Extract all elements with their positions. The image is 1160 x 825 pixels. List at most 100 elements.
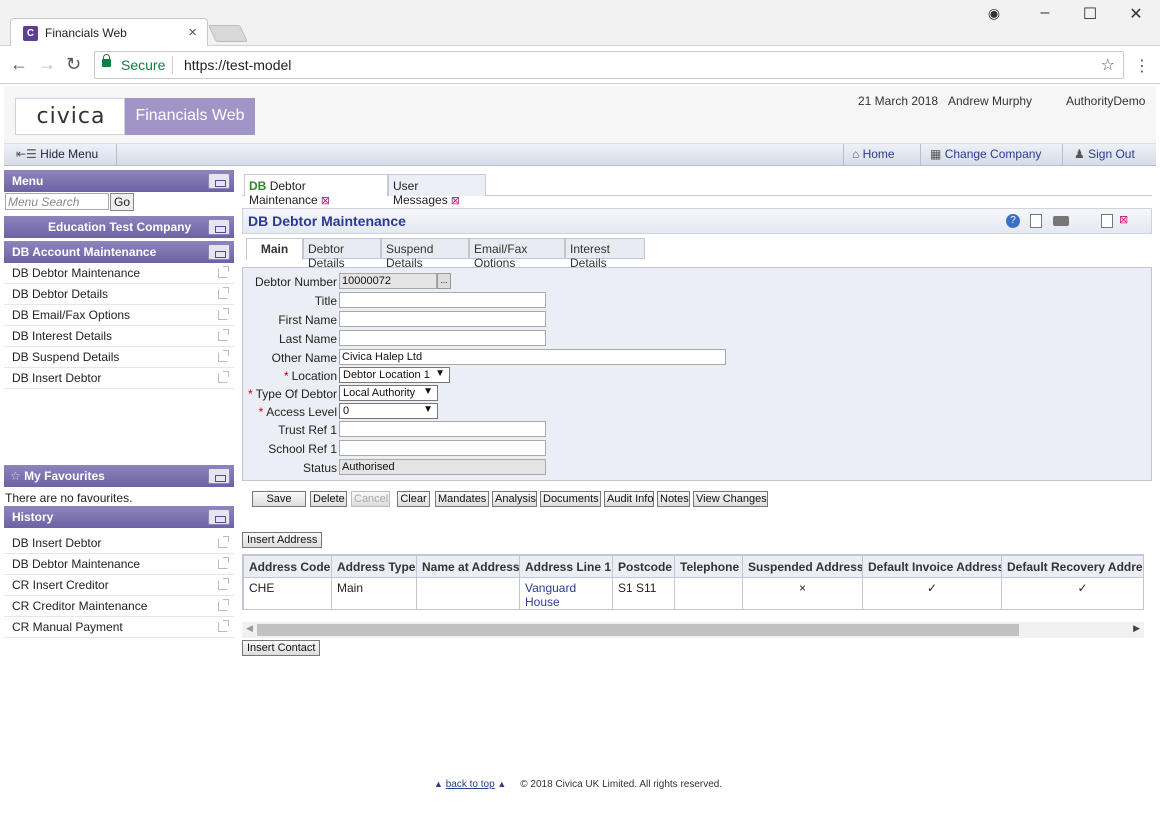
sidebar-item-db-insert-debtor[interactable]: DB Insert Debtor [4,368,234,389]
column-header[interactable]: Address Line 1 [519,555,613,578]
column-header[interactable]: Default Invoice Address [862,555,1002,578]
tab-email-fax-options[interactable]: Email/Fax Options [469,238,565,270]
mandates-button[interactable]: Mandates [435,491,489,507]
open-new-window-icon[interactable] [218,329,229,341]
delete-button[interactable]: Delete [310,491,347,507]
reload-icon[interactable]: ↻ [66,54,81,75]
browser-menu-icon[interactable]: ⋮ [1134,56,1150,76]
open-new-window-icon[interactable] [218,308,229,320]
debtor-number-field[interactable]: 10000072 [339,273,437,289]
last-name-field[interactable] [339,330,546,346]
documents-button[interactable]: Documents [540,491,601,507]
trust-ref-field[interactable] [339,421,546,437]
close-tab-icon[interactable]: × [188,24,197,41]
change-company-button[interactable]: ▦ Change Company [930,147,1041,161]
maximize-button[interactable]: ☐ [1078,4,1102,24]
history-item-db-debtor-maintenance[interactable]: DB Debtor Maintenance [4,554,234,575]
open-window-icon[interactable] [1101,214,1113,228]
new-tab-button[interactable] [208,25,248,42]
scroll-right-icon[interactable]: ▶ [1133,623,1140,634]
open-new-window-icon[interactable] [218,620,229,632]
print-icon[interactable] [1053,216,1069,226]
address-line1-link[interactable]: Vanguard House [519,577,613,609]
tab-interest-details[interactable]: Interest Details [565,238,645,270]
analysis-button[interactable]: Analysis [492,491,537,507]
back-icon[interactable]: ← [10,54,28,75]
minimize-button[interactable]: – [1033,4,1057,22]
open-new-window-icon[interactable] [218,599,229,611]
menu-search-go-button[interactable]: Go [110,193,134,211]
open-new-window-icon[interactable] [218,266,229,278]
module-panel-header[interactable]: DB Account Maintenance [4,241,234,263]
audit-info-button[interactable]: Audit Info [604,491,654,507]
open-new-window-icon[interactable] [218,557,229,569]
hide-menu-button[interactable]: ⇤☰ Hide Menu [16,147,98,161]
column-header[interactable]: Suspended Address [742,555,863,578]
minimize-panel-icon[interactable] [208,173,230,189]
type-of-debtor-select[interactable]: Local Authority ▼ [339,385,438,401]
save-button[interactable]: Save [252,491,306,507]
history-item-cr-insert-creditor[interactable]: CR Insert Creditor [4,575,234,596]
sign-out-button[interactable]: ♟ Sign Out [1074,147,1135,161]
bookmark-star-icon[interactable]: ☆ [1101,55,1115,75]
open-new-window-icon[interactable] [218,578,229,590]
column-header[interactable]: Telephone [674,555,743,578]
tab-debtor-maintenance[interactable]: DB Debtor Maintenance ⊠ [244,174,388,207]
window-close-button[interactable]: ✕ [1124,4,1148,24]
sidebar-item-db-email-fax-options[interactable]: DB Email/Fax Options [4,305,234,326]
open-new-window-icon[interactable] [218,287,229,299]
help-icon[interactable]: ? [1006,214,1020,228]
minimize-panel-icon[interactable] [208,468,230,484]
scroll-left-icon[interactable]: ◀ [246,623,253,634]
debtor-lookup-button[interactable]: ... [437,273,451,289]
close-tab-icon[interactable]: ⊠ [451,195,460,207]
export-document-icon[interactable] [1030,214,1042,228]
forward-icon[interactable]: → [38,54,56,75]
column-header[interactable]: Address Code [243,555,332,578]
browser-tab[interactable]: C Financials Web × [10,18,208,46]
view-changes-button[interactable]: View Changes [693,491,768,507]
sidebar-item-db-debtor-details[interactable]: DB Debtor Details [4,284,234,305]
sidebar-item-db-suspend-details[interactable]: DB Suspend Details [4,347,234,368]
back-to-top-link[interactable]: back to top [446,779,495,790]
history-item-cr-manual-payment[interactable]: CR Manual Payment [4,617,234,638]
clear-button[interactable]: Clear [397,491,430,507]
first-name-field[interactable] [339,311,546,327]
column-header[interactable]: Default Recovery Address [1001,555,1143,578]
minimize-panel-icon[interactable] [208,509,230,525]
url-field[interactable]: Secure https://test-model ☆ [94,51,1124,79]
scrollbar-thumb[interactable] [257,624,1019,636]
minimize-panel-icon[interactable] [208,219,230,235]
column-header[interactable]: Name at Address [416,555,520,578]
column-header[interactable]: Address Type [331,555,417,578]
cancel-button[interactable]: Cancel [351,491,390,507]
close-tab-icon[interactable]: ⊠ [321,195,330,207]
location-select[interactable]: Debtor Location 1 ▼ [339,367,450,383]
title-field[interactable] [339,292,546,308]
address-table-scrollbar[interactable]: ◀ ▶ [242,622,1144,638]
tab-user-messages[interactable]: User Messages ⊠ [388,174,486,207]
collapse-module-icon[interactable] [208,244,230,260]
insert-contact-button[interactable]: Insert Contact [242,640,321,656]
table-row[interactable]: CHE Main Vanguard House S1 S11 × ✓ ✓ [243,577,1143,609]
profile-icon[interactable]: ◉ [982,5,1006,22]
tab-debtor-details[interactable]: Debtor Details [303,238,381,270]
open-new-window-icon[interactable] [218,350,229,362]
sidebar-item-db-interest-details[interactable]: DB Interest Details [4,326,234,347]
tab-suspend-details[interactable]: Suspend Details [381,238,469,270]
insert-address-button[interactable]: Insert Address [242,532,323,548]
close-page-icon[interactable]: ⊠ [1119,213,1135,227]
other-name-field[interactable]: Civica Halep Ltd [339,349,726,365]
sidebar-item-db-debtor-maintenance[interactable]: DB Debtor Maintenance [4,263,234,284]
column-header[interactable]: Postcode [612,555,675,578]
menu-search-input[interactable]: Menu Search [5,193,109,210]
notes-button[interactable]: Notes [657,491,690,507]
tab-main[interactable]: Main [246,238,303,260]
school-ref-field[interactable] [339,440,546,456]
home-button[interactable]: ⌂ Home [852,147,895,161]
history-item-cr-creditor-maintenance[interactable]: CR Creditor Maintenance [4,596,234,617]
access-level-select[interactable]: 0 ▼ [339,403,438,419]
open-new-window-icon[interactable] [218,371,229,383]
open-new-window-icon[interactable] [218,536,229,548]
history-item-db-insert-debtor[interactable]: DB Insert Debtor [4,533,234,554]
